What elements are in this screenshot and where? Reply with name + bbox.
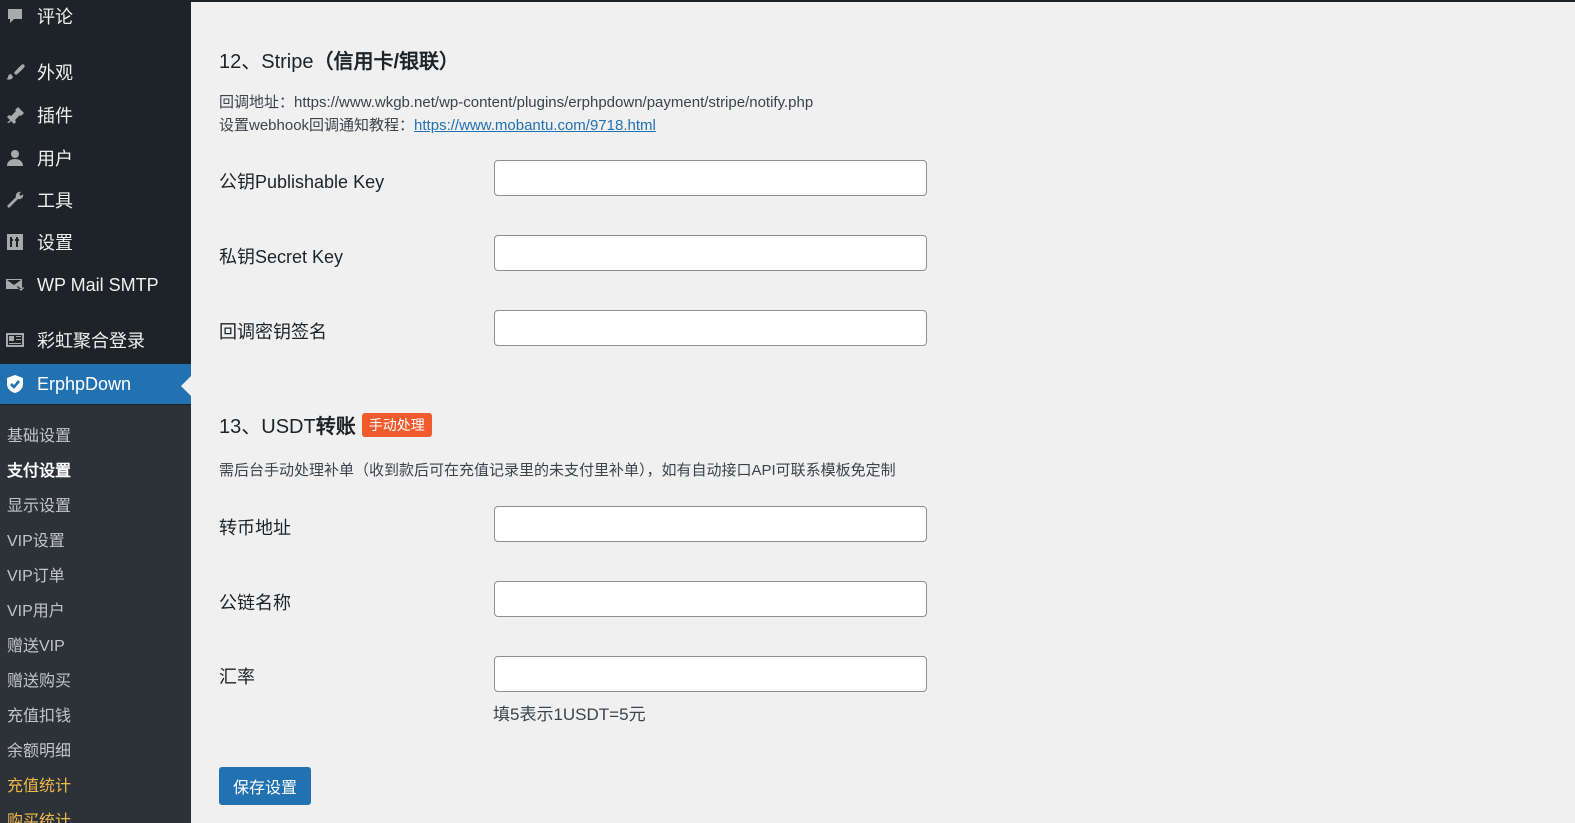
user-icon	[4, 147, 26, 169]
stripe-title-suffix: （信用卡/银联）	[313, 51, 460, 73]
chain-name-label: 公链名称	[219, 593, 291, 613]
menu-item-label: 工具	[37, 191, 73, 211]
top-border	[0, 0, 1575, 2]
wrench-icon	[4, 189, 26, 211]
menu-item-label: 评论	[37, 7, 73, 27]
menu-item-tools[interactable]: 工具	[0, 180, 191, 220]
plugin-icon	[4, 104, 26, 126]
publishable-key-label: 公钥Publishable Key	[219, 172, 385, 192]
settings-icon	[4, 231, 26, 253]
submenu-display-settings[interactable]: 显示设置	[7, 492, 71, 516]
menu-item-appearance[interactable]: 外观	[0, 52, 191, 92]
usdt-section-title: 13、USDT转账 手动处理	[219, 410, 432, 439]
secret-key-input[interactable]	[494, 235, 927, 271]
submenu-gift-purchase[interactable]: 赠送购买	[7, 667, 71, 691]
comment-icon	[4, 5, 26, 27]
submenu-payment-settings[interactable]: 支付设置	[7, 457, 71, 481]
usdt-title-prefix: 13、USDT	[219, 416, 316, 438]
active-menu-arrow	[181, 376, 191, 396]
exchange-rate-label: 汇率	[219, 667, 255, 687]
menu-item-label: 插件	[37, 106, 73, 126]
exchange-rate-input[interactable]	[494, 656, 927, 692]
save-settings-button[interactable]: 保存设置	[219, 767, 311, 805]
shield-icon	[4, 373, 26, 395]
menu-item-label: 用户	[37, 149, 73, 169]
submenu-balance-details[interactable]: 余额明细	[7, 737, 71, 761]
manual-processing-badge: 手动处理	[361, 413, 432, 437]
exchange-rate-hint: 填5表示1USDT=5元	[493, 705, 646, 724]
secret-key-label: 私钥Secret Key	[219, 247, 344, 267]
menu-item-label: 外观	[37, 63, 73, 83]
submenu-recharge-deduct[interactable]: 充值扣钱	[7, 702, 71, 726]
usdt-description: 需后台手动处理补单（收到款后可在充值记录里的未支付里补单），如有自动接口API可…	[219, 462, 896, 479]
menu-item-settings[interactable]: 设置	[0, 222, 191, 262]
id-card-icon	[4, 329, 26, 351]
menu-item-wp-mail-smtp[interactable]: WP Mail SMTP	[0, 265, 191, 305]
submenu-vip-settings[interactable]: VIP设置	[7, 527, 65, 551]
webhook-tutorial-link[interactable]: https://www.mobantu.com/9718.html	[414, 117, 656, 134]
menu-item-label: 设置	[37, 233, 73, 253]
stripe-title-prefix: 12、Stripe	[219, 51, 314, 73]
menu-item-comments[interactable]: 评论	[0, 0, 191, 36]
admin-sidebar: 评论 外观 插件 用户 工具 设置 WP Mail SMTP 彩虹聚合登录 Er…	[0, 0, 191, 823]
stripe-callback-url: 回调地址：https://www.wkgb.net/wp-content/plu…	[219, 94, 814, 111]
menu-item-rainbow-login[interactable]: 彩虹聚合登录	[0, 320, 191, 360]
mail-icon	[4, 274, 26, 296]
webhook-tutorial-label: 设置webhook回调通知教程：	[219, 117, 415, 134]
wallet-address-label: 转币地址	[219, 518, 291, 538]
menu-item-label: 彩虹聚合登录	[37, 331, 145, 351]
submenu-vip-orders[interactable]: VIP订单	[7, 562, 65, 586]
paintbrush-icon	[4, 61, 26, 83]
webhook-signing-secret-input[interactable]	[494, 310, 927, 346]
submenu-vip-users[interactable]: VIP用户	[7, 597, 65, 621]
webhook-signing-secret-label: 回调密钥签名	[219, 322, 327, 342]
submenu-gift-vip[interactable]: 赠送VIP	[7, 632, 65, 656]
menu-item-label: WP Mail SMTP	[37, 274, 159, 295]
submenu-basic-settings[interactable]: 基础设置	[7, 422, 71, 446]
publishable-key-input[interactable]	[494, 160, 927, 196]
menu-item-users[interactable]: 用户	[0, 138, 191, 178]
erphpdown-submenu: 基础设置 支付设置 显示设置 VIP设置 VIP订单 VIP用户 赠送VIP 赠…	[0, 405, 191, 823]
menu-item-erphpdown[interactable]: ErphpDown	[0, 364, 191, 404]
menu-item-plugins[interactable]: 插件	[0, 95, 191, 135]
stripe-section-title: 12、Stripe（信用卡/银联）	[219, 45, 459, 74]
submenu-recharge-stats[interactable]: 充值统计	[7, 772, 71, 796]
wallet-address-input[interactable]	[494, 506, 927, 542]
menu-item-label: ErphpDown	[37, 373, 132, 394]
chain-name-input[interactable]	[494, 581, 927, 617]
usdt-title-suffix: 转账	[315, 416, 356, 438]
submenu-purchase-stats[interactable]: 购买统计	[7, 807, 71, 823]
stripe-webhook-tutorial: 设置webhook回调通知教程：https://www.mobantu.com/…	[219, 114, 656, 135]
